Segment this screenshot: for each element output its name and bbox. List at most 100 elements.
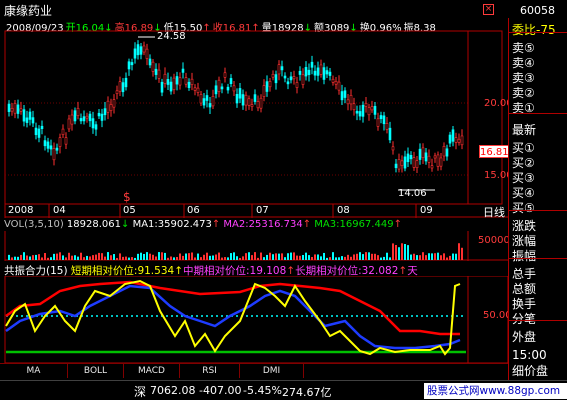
volume-bar	[38, 254, 40, 260]
period-label[interactable]: 日线	[483, 204, 505, 220]
date-tick: 04	[53, 205, 66, 216]
current-price-tag: 16.81	[479, 145, 509, 158]
candle-body	[370, 106, 374, 111]
candle-body	[394, 163, 398, 169]
indicator-chart[interactable]	[0, 276, 508, 364]
candle-body	[247, 98, 251, 106]
volume-bar	[227, 257, 229, 260]
dollar-marker: $	[123, 190, 131, 204]
side-panel-row: 买②	[512, 156, 535, 170]
candle-body	[112, 99, 116, 108]
volume-bar	[32, 255, 34, 260]
candle-body	[319, 64, 323, 75]
volume-bar	[101, 253, 103, 260]
candle-body	[325, 70, 329, 75]
candle-body	[457, 138, 461, 143]
side-panel-detail[interactable]: 细价盘	[509, 364, 567, 379]
tab-ma[interactable]: MA	[0, 364, 68, 378]
candle-body	[283, 75, 287, 79]
candle-body	[130, 62, 134, 66]
volume-bar	[230, 253, 232, 260]
candle-body	[205, 95, 209, 101]
candle-body	[235, 94, 239, 104]
candle-body	[397, 159, 401, 170]
volume-bar	[398, 247, 400, 260]
volume-bar	[65, 257, 67, 260]
candle-body	[67, 118, 71, 130]
volume-bar	[134, 257, 136, 260]
candle-body	[340, 91, 344, 101]
volume-bar	[224, 257, 226, 260]
volume-bar	[338, 257, 340, 260]
volume-bar	[125, 256, 127, 260]
volume-bar	[251, 255, 253, 260]
tab-rsi[interactable]: RSI	[180, 364, 240, 378]
side-panel-row: 涨跌	[512, 219, 537, 233]
candle-body	[430, 165, 434, 169]
candle-body	[424, 152, 428, 162]
quote-side-panel: 委比-75 卖⑤ 卖④ 卖③ 卖② 卖① 最新 买① 买② 买③ 买④ 买⑤ 涨跌 涨幅 振幅 总手 总额 换手分…	[508, 18, 567, 380]
volume-bar	[443, 253, 445, 260]
line-red-series	[5, 280, 460, 336]
volume-bar	[377, 255, 379, 260]
candle-body	[277, 64, 281, 75]
volume-bar	[293, 252, 295, 260]
candle-body	[454, 137, 458, 143]
candle-body	[160, 81, 164, 93]
candle-body	[55, 147, 59, 151]
volume-bar	[449, 255, 451, 260]
volume-bar	[194, 257, 196, 260]
candle-body	[298, 70, 302, 75]
volume-bar	[86, 255, 88, 260]
volume-bar	[257, 257, 259, 260]
volume-bar	[305, 252, 307, 260]
volume-bar	[386, 252, 388, 260]
volume-bar	[419, 255, 421, 260]
status-bar: 深 7062.08 -407.00 -5.45% 274.67亿 股票公式网ww…	[0, 380, 567, 400]
side-panel-row: 买④	[512, 186, 535, 200]
tab-dmi[interactable]: DMI	[240, 364, 304, 378]
side-panel-row: 卖④	[512, 56, 535, 70]
tab-boll[interactable]: BOLL	[68, 364, 124, 378]
volume-bar	[272, 254, 274, 260]
candle-body	[109, 104, 113, 111]
volume-bar	[368, 252, 370, 260]
candle-body	[403, 156, 407, 169]
volume-bar	[128, 257, 130, 260]
volume-bar	[119, 253, 121, 260]
volume-bar	[98, 252, 100, 260]
candle-body	[355, 110, 359, 114]
volume-bar	[365, 252, 367, 260]
volume-bar	[62, 255, 64, 260]
candle-body	[295, 82, 299, 88]
tab-macd[interactable]: MACD	[124, 364, 180, 378]
volume-bar	[11, 257, 13, 260]
volume-bar	[320, 256, 322, 260]
candle-body	[385, 123, 389, 130]
volume-bar	[404, 244, 406, 260]
volume-bar	[176, 256, 178, 260]
price-chart[interactable]	[0, 0, 508, 205]
candle-body	[142, 45, 146, 53]
candle-body	[79, 118, 83, 122]
volume-bar	[74, 255, 76, 260]
volume-bar	[302, 254, 304, 260]
volume-bar	[431, 253, 433, 260]
volume-bar	[239, 257, 241, 260]
volume-bar	[254, 252, 256, 260]
volume-chart[interactable]	[0, 231, 508, 261]
volume-bar	[155, 256, 157, 260]
candle-body	[229, 78, 233, 85]
volume-bar	[143, 253, 145, 260]
candle-body	[406, 153, 410, 163]
side-panel-row: 买⑤	[512, 201, 535, 215]
candle-body	[271, 73, 275, 78]
volume-bar	[284, 257, 286, 260]
candle-body	[85, 115, 89, 119]
candle-body	[310, 61, 314, 68]
candle-body	[346, 99, 350, 105]
candle-body	[322, 67, 326, 80]
volume-bar	[14, 256, 16, 260]
candle-body	[25, 117, 29, 123]
candle-body	[49, 145, 53, 150]
